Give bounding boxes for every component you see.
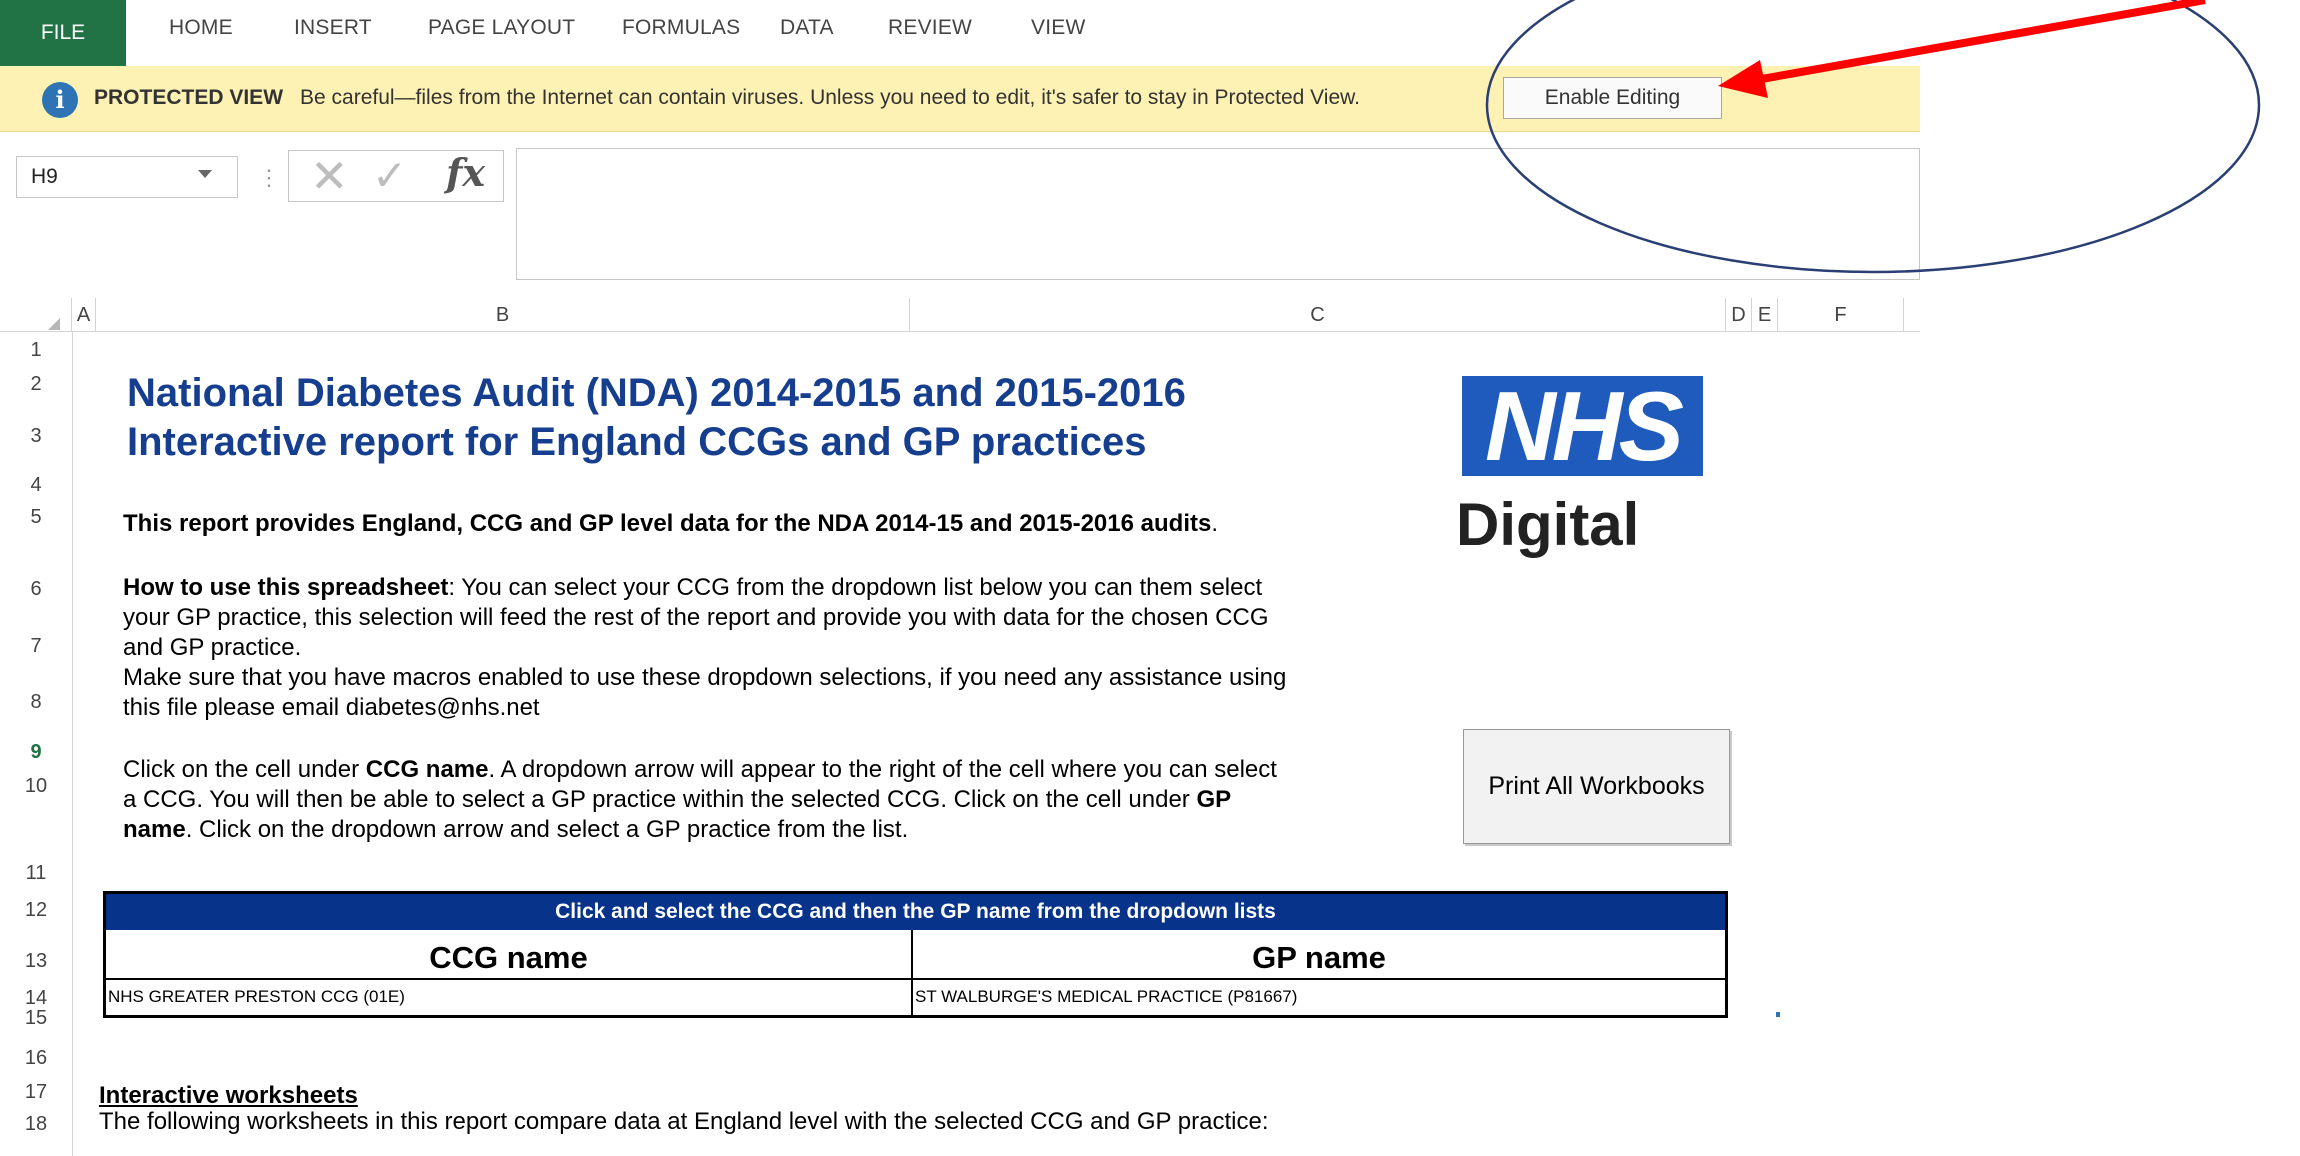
highlight-ellipse xyxy=(1485,0,2261,274)
red-arrow-shaft xyxy=(1755,0,2206,84)
red-arrow-head xyxy=(1718,60,1768,98)
annotation-overlay xyxy=(1485,0,2261,274)
